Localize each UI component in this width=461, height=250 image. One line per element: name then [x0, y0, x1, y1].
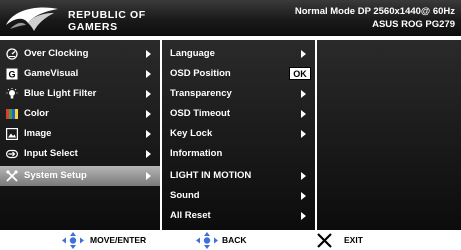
menu-item-system-setup[interactable]: System Setup: [0, 166, 160, 186]
brand-text: REPUBLIC OF GAMERS: [68, 9, 146, 33]
submenu-item-transparency[interactable]: Transparency: [162, 84, 315, 104]
menu-item-over-clocking[interactable]: Over Clocking: [0, 44, 160, 64]
chevron-right-icon: [146, 110, 151, 118]
menu-item-color[interactable]: Color: [0, 104, 160, 124]
chevron-right-icon: [301, 90, 306, 98]
menu-item-label: GameVisual: [24, 68, 79, 79]
move-enter-label: MOVE/ENTER: [90, 235, 147, 245]
submenu-item-language[interactable]: Language: [162, 44, 315, 64]
mode-line2: ASUS ROG PG279: [372, 19, 455, 30]
joystick-back-icon: [196, 232, 218, 249]
brand-line2: GAMERS: [68, 21, 118, 33]
chevron-right-icon: [301, 172, 306, 180]
gauge-icon: [6, 48, 18, 60]
menu-item-image[interactable]: Image: [0, 124, 160, 144]
menu-item-label: Color: [24, 108, 49, 119]
submenu-item-label: Sound: [170, 190, 200, 201]
menu-item-label: Over Clocking: [24, 48, 89, 59]
mode-info: Normal Mode DP 2560x1440@ 60Hz ASUS ROG …: [295, 5, 455, 31]
submenu-item-osd-timeout[interactable]: OSD Timeout: [162, 104, 315, 124]
wrench-icon: [6, 170, 18, 182]
submenu-item-label: OSD Timeout: [170, 108, 230, 119]
svg-text:G: G: [8, 70, 15, 80]
chevron-right-icon: [301, 192, 306, 200]
gamevisual-icon: G: [6, 68, 18, 80]
menu-item-blue-light-filter[interactable]: Blue Light Filter: [0, 84, 160, 104]
rog-eye-icon: [6, 7, 58, 31]
submenu-item-key-lock[interactable]: Key Lock: [162, 124, 315, 144]
color-icon: [6, 109, 18, 119]
menu-item-gamevisual[interactable]: G GameVisual: [0, 64, 160, 84]
menu-item-label: Input Select: [24, 148, 78, 159]
brand-line1: REPUBLIC OF: [68, 9, 146, 21]
back-label: BACK: [222, 235, 247, 245]
chevron-right-icon: [301, 212, 306, 220]
close-icon: [317, 233, 332, 248]
image-icon: [6, 128, 18, 140]
submenu-item-information[interactable]: Information: [162, 144, 315, 164]
submenu-item-all-reset[interactable]: All Reset: [162, 206, 315, 226]
chevron-right-icon: [146, 130, 151, 138]
back-hint[interactable]: BACK: [196, 231, 266, 250]
detail-panel: [317, 40, 461, 230]
light-bulb-icon: [6, 88, 18, 99]
move-enter-hint[interactable]: MOVE/ENTER: [62, 231, 172, 250]
submenu-item-label: Language: [170, 48, 215, 59]
exit-hint[interactable]: EXIT: [316, 231, 386, 250]
input-select-icon: [6, 149, 18, 159]
mode-line1: Normal Mode DP 2560x1440@ 60Hz: [294, 6, 455, 17]
chevron-right-icon: [146, 172, 151, 180]
chevron-right-icon: [301, 110, 306, 118]
submenu-item-osd-position[interactable]: OSD Position OK: [162, 64, 315, 84]
chevron-right-icon: [146, 90, 151, 98]
submenu-item-label: LIGHT IN MOTION: [170, 170, 252, 181]
chevron-right-icon: [146, 150, 151, 158]
chevron-right-icon: [146, 70, 151, 78]
five-way-joystick-icon: [62, 232, 84, 249]
submenu-item-label: Information: [170, 148, 223, 159]
menu-item-label: System Setup: [24, 170, 87, 181]
osd-footer: MOVE/ENTER BACK EXIT: [0, 231, 461, 250]
submenu-item-label: All Reset: [170, 210, 211, 221]
submenu-item-light-in-motion[interactable]: LIGHT IN MOTION: [162, 166, 315, 186]
chevron-right-icon: [146, 50, 151, 58]
submenu-item-label: OSD Position: [170, 68, 231, 79]
submenu-panel: Language OSD Position OK Transparency OS…: [162, 40, 315, 230]
submenu-item-label: Key Lock: [170, 128, 213, 139]
menu-item-label: Blue Light Filter: [24, 88, 97, 99]
menu-item-label: Image: [24, 128, 52, 139]
chevron-right-icon: [301, 130, 306, 138]
exit-label: EXIT: [344, 235, 363, 245]
submenu-item-sound[interactable]: Sound: [162, 186, 315, 206]
ok-badge: OK: [289, 67, 311, 80]
osd-menu: REPUBLIC OF GAMERS Normal Mode DP 2560x1…: [0, 0, 461, 250]
submenu-item-label: Transparency: [170, 88, 232, 99]
main-menu-panel: Over Clocking G GameVisual Blue Light Fi…: [0, 40, 160, 230]
chevron-right-icon: [301, 50, 306, 58]
osd-header: REPUBLIC OF GAMERS Normal Mode DP 2560x1…: [0, 0, 461, 38]
rog-logo: REPUBLIC OF GAMERS: [4, 3, 154, 35]
menu-item-input-select[interactable]: Input Select: [0, 144, 160, 164]
